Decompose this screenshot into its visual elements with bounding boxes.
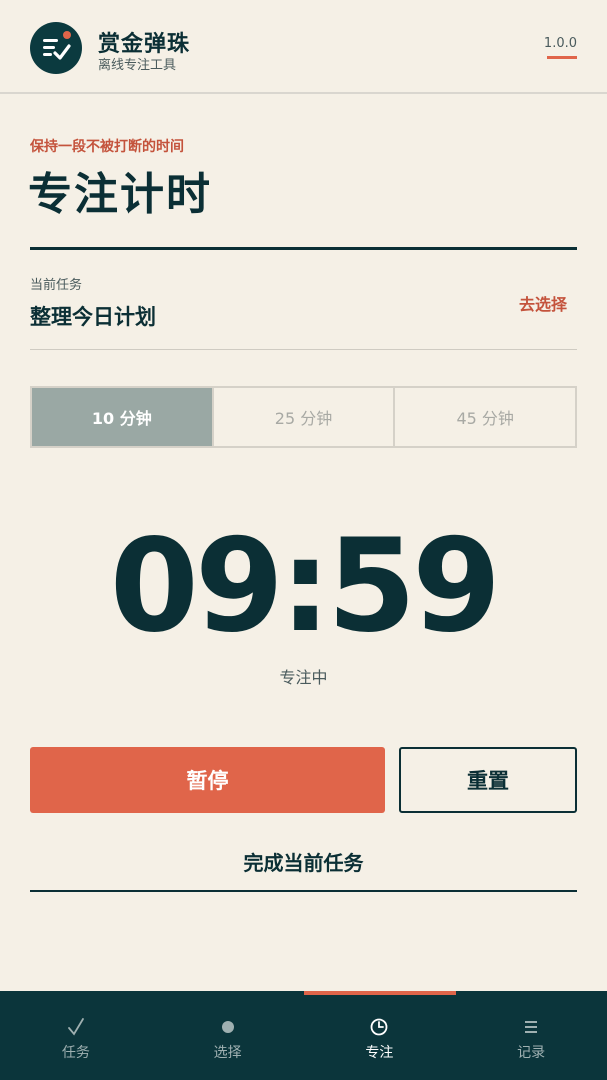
current-task-name: 整理今日计划 (30, 305, 156, 329)
list-icon (523, 1016, 539, 1038)
duration-option-45[interactable]: 45 分钟 (393, 388, 575, 446)
current-task-label: 当前任务 (30, 278, 83, 293)
timer-display: 09:59 (109, 512, 501, 661)
pause-button[interactable]: 暂停 (30, 747, 385, 813)
nav-active-indicator (304, 991, 456, 995)
nav-label-records: 记录 (517, 1044, 546, 1061)
complete-task-button[interactable]: 完成当前任务 (30, 840, 577, 892)
nav-label-focus: 专注 (365, 1044, 394, 1061)
app-subtitle: 离线专注工具 (98, 58, 177, 73)
duration-option-10[interactable]: 10 分钟 (32, 388, 212, 446)
choose-task-link[interactable]: 去选择 (519, 291, 567, 315)
nav-label-tasks: 任务 (61, 1044, 90, 1061)
list-check-icon (30, 22, 82, 74)
check-icon (66, 1016, 86, 1038)
duration-option-25[interactable]: 25 分钟 (211, 388, 394, 446)
nav-label-select: 选择 (213, 1044, 242, 1061)
timer-status: 专注中 (279, 668, 328, 687)
clock-icon (369, 1016, 389, 1038)
title-divider (30, 247, 577, 250)
bottom-nav: 任务 选择 专注 记录 (0, 991, 607, 1080)
page-title: 专注计时 (28, 169, 212, 220)
page-kicker: 保持一段不被打断的时间 (30, 139, 184, 155)
nav-item-select[interactable]: 选择 (152, 991, 304, 1080)
duration-selector: 10 分钟 25 分钟 45 分钟 (30, 386, 577, 448)
task-divider (30, 349, 577, 350)
dot-icon (221, 1016, 234, 1038)
nav-item-records[interactable]: 记录 (455, 991, 607, 1080)
version-label: 1.0.0 (543, 36, 577, 51)
reset-button[interactable]: 重置 (399, 747, 577, 813)
version-underline (547, 56, 577, 59)
nav-item-tasks[interactable]: 任务 (0, 991, 152, 1080)
nav-item-focus[interactable]: 专注 (304, 991, 456, 1080)
app-header: 赏金弹珠 离线专注工具 1.0.0 (0, 0, 607, 94)
